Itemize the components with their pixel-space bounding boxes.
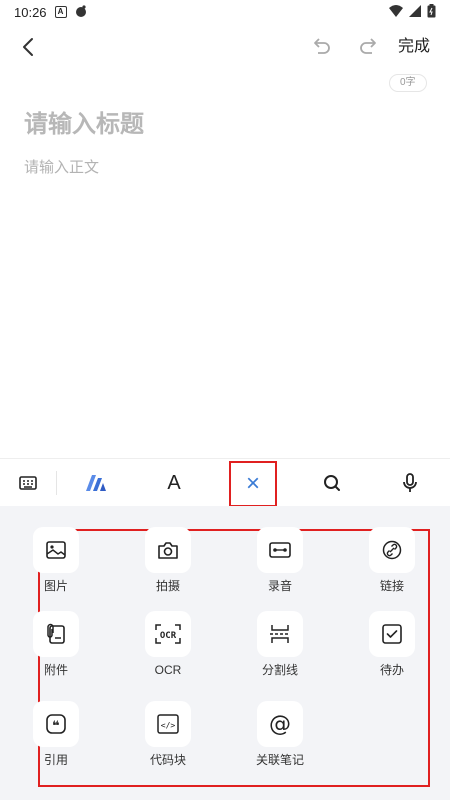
camera-icon [158,542,178,559]
insert-item-label: 引用 [43,753,68,767]
insert-quote-item[interactable]: ❝ 引用 [16,701,96,767]
editor-toolbar: A × [0,458,450,507]
search-icon [324,475,340,491]
done-button[interactable]: 完成 [398,34,430,60]
quote-icon: ❝ [46,714,66,734]
image-tile [33,527,79,573]
insert-item-label: 代码块 [149,753,186,767]
divider-tile [257,611,303,657]
chevron-left-icon [23,38,33,56]
insert-item-label: 链接 [379,579,404,593]
svg-text:❝: ❝ [52,719,60,734]
ocr-icon: OCR [155,624,181,644]
code-block-icon: </> [157,714,179,734]
microphone-icon [403,473,417,492]
notification-bird-icon [75,4,87,20]
ai-assistant-button[interactable] [74,459,118,507]
insert-camera-item[interactable]: 拍摄 [128,527,208,593]
notification-app-icon: A [54,6,67,18]
insert-divider-item[interactable]: 分割线 [240,611,320,677]
title-input[interactable]: 请输入标题 [24,104,144,139]
search-button[interactable] [310,459,354,507]
audio-tile [257,527,303,573]
insert-item-label: 拍摄 [155,579,180,593]
camera-tile [145,527,191,573]
insert-attachment-item[interactable]: 附件 [16,611,96,677]
redo-icon [360,38,376,54]
ai-logo-icon [86,475,106,491]
related-note-icon: @ [269,711,291,737]
insert-item-label: 附件 [43,663,68,677]
keyboard-button[interactable] [8,459,48,507]
insert-item-label: 录音 [267,579,292,593]
back-button[interactable] [16,34,42,60]
close-icon: × [245,470,260,497]
battery-icon [427,3,436,21]
insert-item-label: OCR [154,663,182,677]
code-block-tile: </> [145,701,191,747]
link-tile [369,527,415,573]
insert-item-label: 图片 [43,579,68,593]
text-format-icon: A [167,471,181,494]
top-bar: 完成 [0,24,450,68]
audio-record-icon [269,542,291,558]
divider-line-icon [270,625,290,643]
insert-item-label: 关联笔记 [255,753,304,767]
signal-icon [409,4,421,20]
wifi-icon [389,4,403,20]
insert-item-label: 待办 [379,663,404,677]
svg-text:OCR: OCR [160,631,177,641]
keyboard-icon [19,476,37,490]
insert-audio-item[interactable]: 录音 [240,527,320,593]
status-bar: 10:26 A [0,0,450,24]
insert-code-block-item[interactable]: </> 代码块 [128,701,208,767]
svg-text:</>: </> [161,721,176,730]
undo-icon [314,38,330,54]
todo-tile [369,611,415,657]
attachment-icon [47,623,65,644]
link-icon [382,540,402,560]
text-format-button[interactable]: A [150,459,198,507]
attachment-tile [33,611,79,657]
insert-related-note-item[interactable]: @ 关联笔记 [240,701,320,767]
todo-checkbox-icon [382,624,402,644]
voice-input-button[interactable] [388,459,432,507]
quote-tile: ❝ [33,701,79,747]
ocr-tile: OCR [145,611,191,657]
close-panel-button[interactable]: × [229,461,277,507]
redo-button[interactable] [356,34,382,60]
word-count-badge: 0字 [389,74,427,92]
insert-image-item[interactable]: 图片 [16,527,96,593]
undo-button[interactable] [308,34,334,60]
insert-link-item[interactable]: 链接 [352,527,432,593]
body-input[interactable]: 请输入正文 [24,156,99,177]
insert-ocr-item[interactable]: OCR OCR [128,611,208,677]
status-time: 10:26 [14,4,47,20]
insert-todo-item[interactable]: 待办 [352,611,432,677]
related-note-tile: @ [257,701,303,747]
insert-item-label: 分割线 [261,663,298,677]
toolbar-divider [56,471,57,495]
image-icon [46,541,66,559]
